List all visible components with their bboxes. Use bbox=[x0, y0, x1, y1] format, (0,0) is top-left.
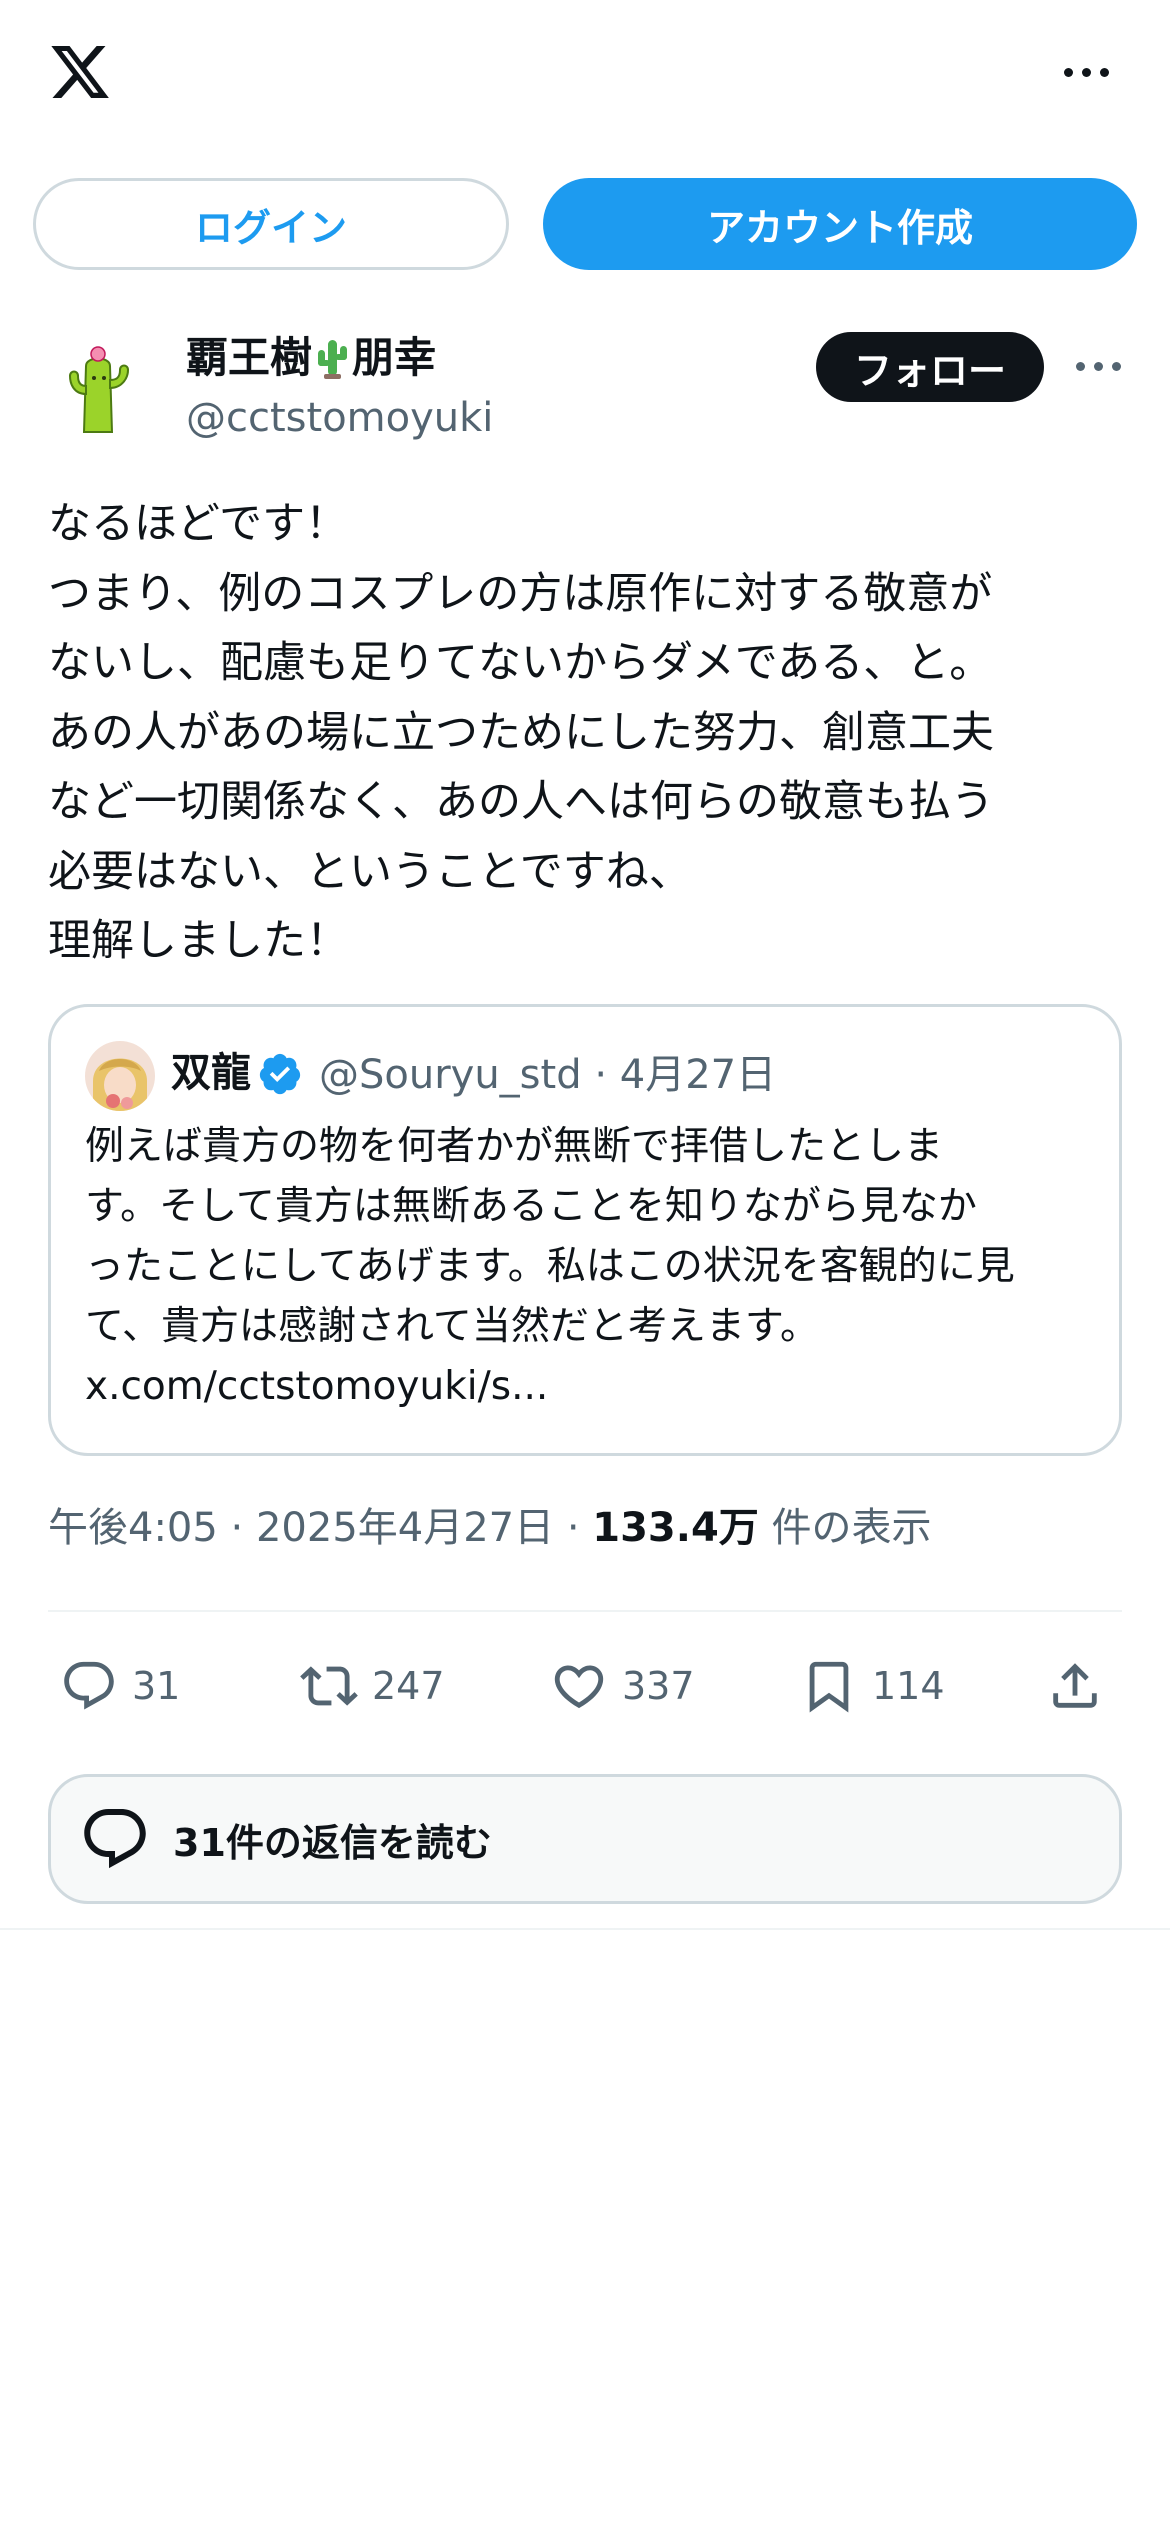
login-button[interactable]: ログイン bbox=[33, 178, 509, 270]
x-logo-icon[interactable] bbox=[46, 40, 114, 104]
follow-button[interactable]: フォロー bbox=[816, 332, 1044, 402]
divider bbox=[0, 1928, 1170, 1930]
quoted-handle-date: @Souryu_std · 4月27日 bbox=[319, 1052, 777, 1098]
quoted-link[interactable]: x.com/cctstomoyuki/s... bbox=[85, 1357, 1095, 1417]
quoted-text-line: す。そして貴方は無断あることを知りながら見なか bbox=[85, 1184, 977, 1229]
quoted-author-avatar bbox=[85, 1041, 155, 1111]
verified-badge-icon bbox=[259, 1053, 301, 1095]
bookmark-button[interactable]: 114 bbox=[800, 1658, 945, 1714]
reply-button[interactable]: 31 bbox=[60, 1658, 180, 1714]
quoted-author-name: 双龍 bbox=[171, 1050, 251, 1096]
bookmark-icon bbox=[809, 1661, 849, 1713]
auth-buttons: ログイン アカウント作成 bbox=[33, 178, 1137, 270]
tweet-text-line: など一切関係なく、あの人へは何らの敬意も払う bbox=[48, 777, 994, 827]
tweet-text-line: つまり、例のコスプレの方は原作に対する敬意が bbox=[48, 568, 993, 619]
tweet-text: なるほどです！ つまり、例のコスプレの方は原作に対する敬意が ないし、配慮も足り… bbox=[48, 490, 1128, 977]
like-button[interactable]: 337 bbox=[550, 1658, 695, 1714]
author-handle[interactable]: @cctstomoyuki bbox=[186, 390, 493, 446]
action-bar: 31 247 337 114 bbox=[48, 1640, 1128, 1730]
top-bar bbox=[0, 0, 1170, 150]
quoted-text: 例えば貴方の物を何者かが無断で拝借したとしま す。そして貴方は無断あることを知り… bbox=[85, 1117, 1095, 1417]
tweet-meta: 午後4:05 · 2025年4月27日 · 133.4万 件の表示 bbox=[48, 1498, 932, 1558]
author-name-part2: 朋幸 bbox=[352, 333, 437, 382]
reply-icon bbox=[64, 1661, 114, 1710]
view-count: 133.4万 bbox=[592, 1505, 759, 1551]
bookmark-count: 114 bbox=[872, 1664, 945, 1708]
quoted-text-line: 例えば貴方の物を何者かが無断で拝借したとしま bbox=[85, 1124, 944, 1169]
divider bbox=[48, 1610, 1122, 1612]
quoted-text-line: ったことにしてあげます。私はこの状況を客観的に見 bbox=[85, 1244, 1015, 1289]
share-button[interactable] bbox=[1046, 1658, 1104, 1714]
author-avatar[interactable] bbox=[48, 336, 152, 440]
read-replies-label: 31件の返信を読む bbox=[173, 1820, 492, 1865]
tweet-text-line: あの人があの場に立つためにした努力、創意工夫 bbox=[48, 707, 994, 758]
retweet-icon bbox=[300, 1666, 358, 1706]
tweet-timestamp[interactable]: 午後4:05 · 2025年4月27日 · bbox=[48, 1505, 592, 1551]
heart-icon bbox=[554, 1665, 604, 1709]
tweet-text-line: ないし、配慮も足りてないからダメである、と。 bbox=[48, 638, 993, 688]
create-account-button[interactable]: アカウント作成 bbox=[543, 178, 1137, 270]
quoted-text-line: て、貴方は感謝されて当然だと考えます。 bbox=[85, 1304, 819, 1349]
retweet-button[interactable]: 247 bbox=[300, 1658, 445, 1714]
tweet-more-options-icon[interactable] bbox=[1074, 348, 1124, 384]
tweet-author: 覇王樹 朋幸 @cctstomoyuki フォロー bbox=[48, 326, 1128, 456]
author-display-name[interactable]: 覇王樹 朋幸 bbox=[186, 330, 436, 394]
reply-count: 31 bbox=[132, 1664, 181, 1708]
tweet-text-line: なるほどです！ bbox=[48, 499, 349, 549]
read-replies-button[interactable]: 31件の返信を読む bbox=[48, 1774, 1122, 1904]
tweet-text-line: 理解しました！ bbox=[48, 916, 349, 966]
more-options-icon[interactable] bbox=[1062, 54, 1112, 90]
cactus-emoji-icon bbox=[314, 336, 350, 394]
retweet-count: 247 bbox=[372, 1664, 445, 1708]
quoted-tweet[interactable]: 双龍 @Souryu_std · 4月27日 例えば貴方の物を何者かが無断で拝借… bbox=[48, 1004, 1122, 1456]
replies-bubble-icon bbox=[84, 1809, 146, 1869]
share-icon bbox=[1053, 1663, 1097, 1708]
view-count-suffix: 件の表示 bbox=[758, 1505, 932, 1551]
like-count: 337 bbox=[622, 1664, 695, 1708]
author-name-part1: 覇王樹 bbox=[186, 333, 313, 382]
tweet-text-line: 必要はない、ということですね、 bbox=[48, 846, 692, 897]
